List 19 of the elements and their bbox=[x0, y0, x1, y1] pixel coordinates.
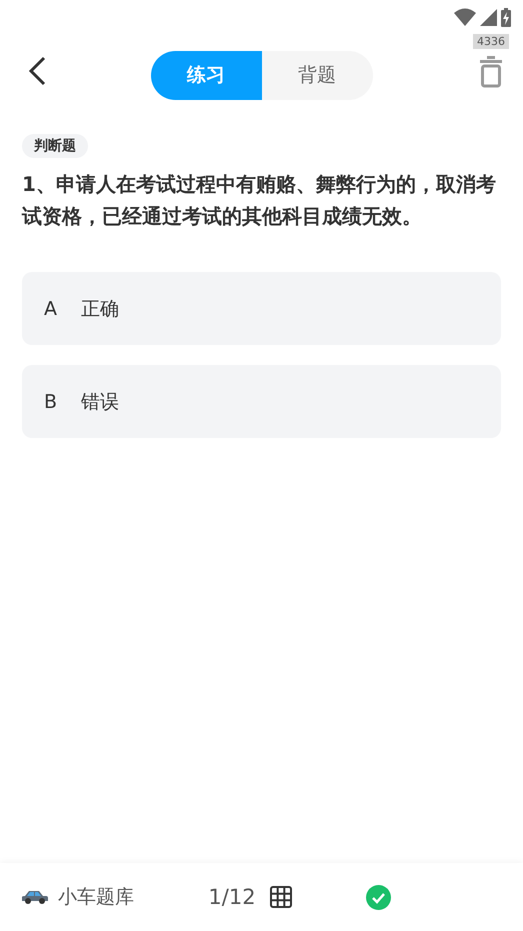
trash-icon[interactable] bbox=[480, 56, 502, 88]
wifi-icon bbox=[454, 8, 476, 26]
option-letter: B bbox=[44, 390, 58, 412]
count-label: 4336 bbox=[473, 34, 509, 49]
question-bank-label[interactable]: 小车题库 bbox=[58, 884, 134, 910]
battery-icon bbox=[501, 8, 511, 26]
option-text: 错误 bbox=[81, 390, 120, 414]
question-type-tag: 判断题 bbox=[22, 134, 88, 158]
signal-icon bbox=[480, 8, 497, 26]
option-text: 正确 bbox=[81, 296, 119, 322]
answer-option[interactable]: B 错误 bbox=[22, 365, 501, 438]
progress-counter: 1/12 bbox=[208, 885, 256, 909]
back-icon[interactable] bbox=[28, 56, 46, 86]
check-circle-icon bbox=[366, 884, 391, 910]
grid-icon[interactable] bbox=[270, 886, 292, 908]
question-text: 1、申请人在考试过程中有贿赂、舞弊行为的，取消考试资格，已经通过考试的其他科目成绩无效。 bbox=[22, 171, 497, 230]
car-icon bbox=[22, 889, 48, 905]
option-letter: A bbox=[44, 298, 57, 320]
answer-option[interactable]: A 正确 bbox=[22, 272, 501, 345]
